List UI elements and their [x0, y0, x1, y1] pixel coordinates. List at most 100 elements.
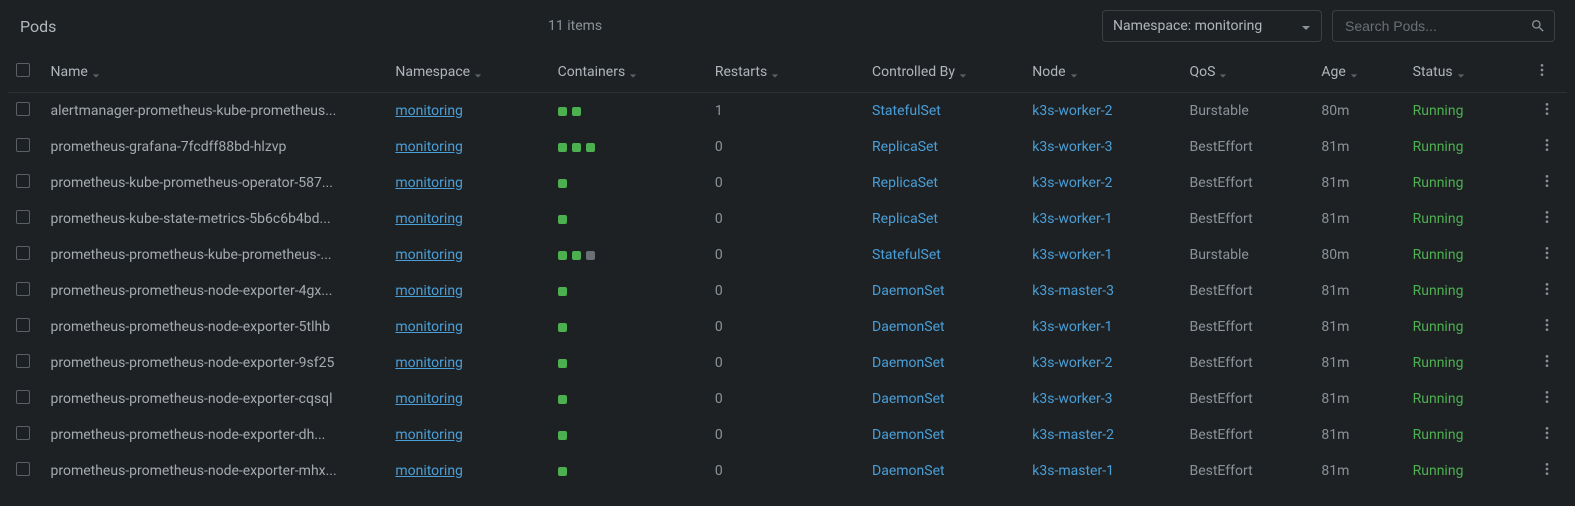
- row-checkbox[interactable]: [16, 246, 30, 260]
- col-restarts[interactable]: Restarts: [707, 52, 864, 93]
- pod-name[interactable]: prometheus-prometheus-node-exporter-5tlh…: [42, 309, 387, 345]
- row-actions-icon[interactable]: [1539, 137, 1555, 153]
- row-actions-icon[interactable]: [1539, 281, 1555, 297]
- controlled-by-link[interactable]: DaemonSet: [872, 391, 945, 407]
- controlled-by-link[interactable]: StatefulSet: [872, 103, 941, 119]
- row-actions-icon[interactable]: [1539, 353, 1555, 369]
- table-row[interactable]: prometheus-prometheus-node-exporter-dh..…: [8, 417, 1567, 453]
- table-row[interactable]: prometheus-prometheus-node-exporter-9sf2…: [8, 345, 1567, 381]
- pod-name[interactable]: prometheus-prometheus-node-exporter-cqsq…: [42, 381, 387, 417]
- pod-name[interactable]: prometheus-prometheus-kube-prometheus-..…: [42, 237, 387, 273]
- namespace-link[interactable]: monitoring: [395, 211, 463, 227]
- controlled-by-link[interactable]: DaemonSet: [872, 319, 945, 335]
- row-checkbox[interactable]: [16, 282, 30, 296]
- row-checkbox[interactable]: [16, 390, 30, 404]
- node-link[interactable]: k3s-master-3: [1032, 283, 1114, 299]
- controlled-by-link[interactable]: ReplicaSet: [872, 175, 938, 191]
- node-link[interactable]: k3s-worker-2: [1032, 355, 1112, 371]
- row-checkbox[interactable]: [16, 174, 30, 188]
- col-age[interactable]: Age: [1313, 52, 1404, 93]
- namespace-link[interactable]: monitoring: [395, 463, 463, 479]
- table-row[interactable]: prometheus-kube-state-metrics-5b6c6b4bd.…: [8, 201, 1567, 237]
- row-actions-icon[interactable]: [1539, 425, 1555, 441]
- container-ready-icon: [558, 287, 567, 296]
- pod-name[interactable]: prometheus-kube-prometheus-operator-587.…: [42, 165, 387, 201]
- table-row[interactable]: prometheus-prometheus-node-exporter-4gx.…: [8, 273, 1567, 309]
- pod-name[interactable]: prometheus-prometheus-node-exporter-dh..…: [42, 417, 387, 453]
- node-link[interactable]: k3s-worker-2: [1032, 103, 1112, 119]
- table-row[interactable]: alertmanager-prometheus-kube-prometheus.…: [8, 93, 1567, 130]
- namespace-link[interactable]: monitoring: [395, 391, 463, 407]
- row-checkbox[interactable]: [16, 210, 30, 224]
- row-actions-icon[interactable]: [1539, 209, 1555, 225]
- row-actions-icon[interactable]: [1539, 245, 1555, 261]
- row-checkbox[interactable]: [16, 426, 30, 440]
- search-box[interactable]: [1332, 10, 1555, 42]
- col-namespace[interactable]: Namespace: [387, 52, 549, 93]
- restarts-cell: 0: [707, 453, 864, 489]
- pod-name[interactable]: prometheus-kube-state-metrics-5b6c6b4bd.…: [42, 201, 387, 237]
- namespace-link[interactable]: monitoring: [395, 139, 463, 155]
- pod-name[interactable]: alertmanager-prometheus-kube-prometheus.…: [42, 93, 387, 130]
- namespace-link[interactable]: monitoring: [395, 103, 463, 119]
- qos-cell: BestEffort: [1181, 453, 1313, 489]
- col-name[interactable]: Name: [42, 52, 387, 93]
- controlled-by-link[interactable]: ReplicaSet: [872, 139, 938, 155]
- col-node[interactable]: Node: [1024, 52, 1181, 93]
- node-link[interactable]: k3s-master-2: [1032, 427, 1114, 443]
- node-link[interactable]: k3s-worker-3: [1032, 391, 1112, 407]
- row-actions-icon[interactable]: [1539, 101, 1555, 117]
- age-cell: 81m: [1313, 453, 1404, 489]
- namespace-link[interactable]: monitoring: [395, 175, 463, 191]
- search-input[interactable]: [1341, 12, 1530, 40]
- table-row[interactable]: prometheus-kube-prometheus-operator-587.…: [8, 165, 1567, 201]
- table-row[interactable]: prometheus-prometheus-node-exporter-mhx.…: [8, 453, 1567, 489]
- table-row[interactable]: prometheus-prometheus-node-exporter-5tlh…: [8, 309, 1567, 345]
- controlled-by-link[interactable]: DaemonSet: [872, 283, 945, 299]
- row-actions-icon[interactable]: [1539, 389, 1555, 405]
- row-checkbox[interactable]: [16, 318, 30, 332]
- controlled-by-link[interactable]: DaemonSet: [872, 463, 945, 479]
- node-link[interactable]: k3s-worker-2: [1032, 175, 1112, 191]
- pod-name[interactable]: prometheus-prometheus-node-exporter-9sf2…: [42, 345, 387, 381]
- select-all-checkbox[interactable]: [16, 63, 30, 77]
- controlled-by-link[interactable]: DaemonSet: [872, 427, 945, 443]
- namespace-link[interactable]: monitoring: [395, 283, 463, 299]
- controlled-by-link[interactable]: StatefulSet: [872, 247, 941, 263]
- status-badge: Running: [1413, 355, 1464, 371]
- pod-name[interactable]: prometheus-grafana-7fcdff88bd-hlzvp: [42, 129, 387, 165]
- col-qos[interactable]: QoS: [1181, 52, 1313, 93]
- namespace-select[interactable]: Namespace: monitoring: [1102, 10, 1322, 42]
- node-link[interactable]: k3s-worker-3: [1032, 139, 1112, 155]
- container-status-dots: [558, 215, 699, 224]
- status-badge: Running: [1413, 211, 1464, 227]
- row-actions-icon[interactable]: [1539, 317, 1555, 333]
- row-actions-icon[interactable]: [1539, 173, 1555, 189]
- node-link[interactable]: k3s-worker-1: [1032, 247, 1112, 263]
- col-containers[interactable]: Containers: [550, 52, 707, 93]
- age-cell: 80m: [1313, 237, 1404, 273]
- row-checkbox[interactable]: [16, 102, 30, 116]
- node-link[interactable]: k3s-worker-1: [1032, 211, 1112, 227]
- namespace-link[interactable]: monitoring: [395, 319, 463, 335]
- table-row[interactable]: prometheus-prometheus-node-exporter-cqsq…: [8, 381, 1567, 417]
- col-actions[interactable]: [1526, 52, 1567, 93]
- col-status[interactable]: Status: [1405, 52, 1527, 93]
- pod-name[interactable]: prometheus-prometheus-node-exporter-mhx.…: [42, 453, 387, 489]
- node-link[interactable]: k3s-master-1: [1032, 463, 1114, 479]
- col-controlled-by[interactable]: Controlled By: [864, 52, 1024, 93]
- namespace-link[interactable]: monitoring: [395, 247, 463, 263]
- row-checkbox[interactable]: [16, 354, 30, 368]
- row-checkbox[interactable]: [16, 462, 30, 476]
- pod-name[interactable]: prometheus-prometheus-node-exporter-4gx.…: [42, 273, 387, 309]
- node-link[interactable]: k3s-worker-1: [1032, 319, 1112, 335]
- row-actions-icon[interactable]: [1539, 461, 1555, 477]
- controlled-by-link[interactable]: ReplicaSet: [872, 211, 938, 227]
- table-row[interactable]: prometheus-grafana-7fcdff88bd-hlzvp monit…: [8, 129, 1567, 165]
- row-checkbox[interactable]: [16, 138, 30, 152]
- namespace-link[interactable]: monitoring: [395, 427, 463, 443]
- table-row[interactable]: prometheus-prometheus-kube-prometheus-..…: [8, 237, 1567, 273]
- namespace-link[interactable]: monitoring: [395, 355, 463, 371]
- controlled-by-link[interactable]: DaemonSet: [872, 355, 945, 371]
- status-badge: Running: [1413, 103, 1464, 119]
